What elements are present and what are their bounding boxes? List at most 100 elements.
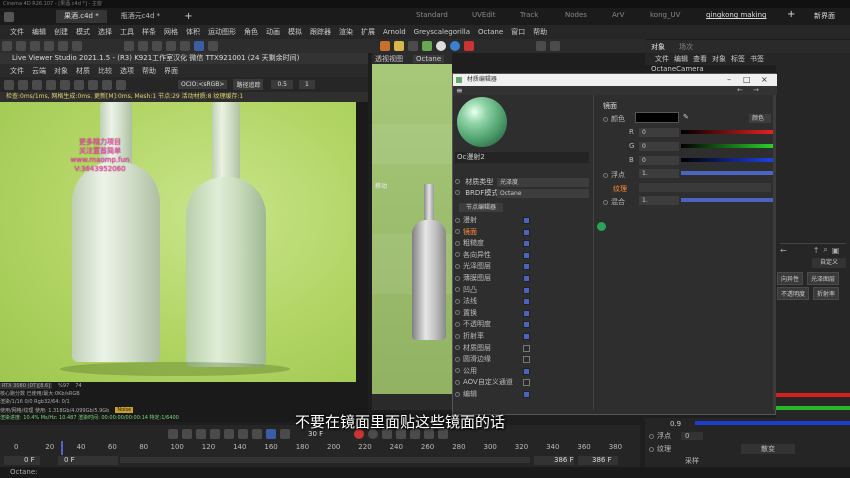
- channel-checkbox[interactable]: [523, 275, 530, 282]
- channel-row[interactable]: 折射率: [455, 331, 530, 342]
- layout-tab-qingkong-making[interactable]: qingkong making: [706, 11, 766, 19]
- lv-menu-item[interactable]: 文件: [10, 66, 24, 76]
- menu-item[interactable]: 渲染: [339, 27, 353, 37]
- channel-checkbox[interactable]: [523, 309, 530, 317]
- maximize-icon[interactable]: □: [743, 74, 751, 86]
- lv-menu-item[interactable]: 对象: [54, 66, 68, 76]
- lv-menu-item[interactable]: 材质: [76, 66, 90, 76]
- prev-key-icon[interactable]: [182, 429, 192, 439]
- float-field-bottom[interactable]: 0: [681, 432, 704, 440]
- end-frame-a[interactable]: 386 F: [534, 456, 574, 465]
- menu-item[interactable]: 文件: [10, 27, 24, 37]
- g-field[interactable]: 0: [639, 142, 679, 151]
- channel-checkbox[interactable]: [523, 379, 530, 387]
- lv-menu-item[interactable]: 选项: [120, 66, 134, 76]
- display-mode-select[interactable]: 路径追踪: [233, 79, 264, 90]
- pause-icon[interactable]: [32, 79, 42, 90]
- layout-tab-kong-uv[interactable]: kong_UV: [650, 11, 680, 19]
- channel-checkbox[interactable]: [523, 298, 530, 306]
- menu-item[interactable]: 创建: [54, 27, 68, 37]
- channel-row[interactable]: 粗糙度: [455, 238, 530, 249]
- material-type-select[interactable]: 光泽度: [497, 178, 589, 187]
- nav-forward-icon[interactable]: →: [753, 86, 759, 94]
- pick-icon[interactable]: [74, 79, 84, 90]
- coord-icon[interactable]: [72, 41, 82, 51]
- region-icon[interactable]: [60, 79, 70, 90]
- menu-item[interactable]: 体积: [186, 27, 200, 37]
- menu-item[interactable]: 运动图形: [208, 27, 236, 37]
- channel-row[interactable]: 法线: [455, 296, 530, 307]
- exposure-field[interactable]: 0.5: [271, 80, 293, 89]
- end-frame-b[interactable]: 386 F: [578, 456, 618, 465]
- menu-item[interactable]: Greyscalegorilla: [414, 28, 470, 36]
- channel-checkbox[interactable]: [523, 263, 530, 271]
- grid-icon[interactable]: [550, 41, 560, 51]
- opacity-button[interactable]: 不透明度: [777, 287, 810, 300]
- channel-checkbox[interactable]: [523, 251, 530, 259]
- reset-icon[interactable]: [18, 79, 28, 90]
- channel-checkbox[interactable]: [523, 333, 530, 340]
- b-field[interactable]: 0: [639, 156, 679, 165]
- obj-menu-item[interactable]: 书签: [750, 54, 764, 64]
- lv-menu-item[interactable]: 云端: [32, 66, 46, 76]
- b-value-bar[interactable]: [695, 421, 850, 425]
- minimize-icon[interactable]: –: [727, 74, 731, 86]
- mat-scrollbar[interactable]: [773, 95, 776, 410]
- channel-checkbox[interactable]: [523, 321, 530, 329]
- next-frame-icon[interactable]: [224, 429, 234, 439]
- blend-select[interactable]: 散变: [741, 444, 795, 454]
- menu-item[interactable]: 样条: [142, 27, 156, 37]
- search-icon[interactable]: ⌕: [823, 245, 827, 255]
- render-settings-icon[interactable]: [180, 41, 190, 51]
- sphere-icon[interactable]: [436, 41, 446, 51]
- channel-checkbox[interactable]: [523, 391, 530, 398]
- light-icon[interactable]: [394, 41, 404, 51]
- new-layout-button[interactable]: 新界面: [814, 11, 835, 21]
- y-axis-icon[interactable]: [44, 41, 54, 51]
- prev-frame-icon[interactable]: [196, 429, 206, 439]
- r-slider[interactable]: [681, 130, 773, 134]
- record-icon[interactable]: [464, 41, 474, 51]
- start-frame-b[interactable]: 0 F: [58, 456, 118, 465]
- eyedropper-icon[interactable]: ✎: [683, 113, 689, 121]
- sheen-button[interactable]: 光泽图层: [806, 272, 839, 285]
- g-slider[interactable]: [681, 144, 773, 148]
- workplane-icon[interactable]: [208, 41, 218, 51]
- layout-tab-standard[interactable]: Standard: [416, 11, 448, 19]
- obj-menu-item[interactable]: 对象: [712, 54, 726, 64]
- hamburger-icon[interactable]: ≡: [456, 86, 463, 95]
- layout-tab-arv[interactable]: ArV: [612, 11, 624, 19]
- lv-menu-item[interactable]: 比较: [98, 66, 112, 76]
- send-scene-icon[interactable]: [4, 79, 14, 90]
- render-scrollbar[interactable]: [356, 102, 368, 382]
- b-slider[interactable]: [681, 158, 773, 162]
- channel-checkbox[interactable]: [523, 356, 530, 364]
- lv-menu-item[interactable]: 界面: [164, 66, 178, 76]
- channel-row[interactable]: AOV自定义通道: [455, 377, 530, 388]
- tab-objects[interactable]: 对象: [651, 42, 665, 52]
- focus-icon[interactable]: [88, 79, 98, 90]
- up-arrow-icon[interactable]: ↑: [813, 246, 820, 255]
- tab-takes[interactable]: 场次: [679, 42, 693, 52]
- brdf-select[interactable]: Octane: [497, 189, 589, 198]
- menu-item[interactable]: 模拟: [288, 27, 302, 37]
- lv-menu-item[interactable]: 帮助: [142, 66, 156, 76]
- layout-tab-uvedit[interactable]: UVEdit: [472, 11, 495, 19]
- range-slider[interactable]: [120, 457, 530, 463]
- channel-row[interactable]: 材质图层: [455, 343, 530, 354]
- channel-row[interactable]: 漫射: [455, 215, 530, 226]
- timeline-ruler[interactable]: 0 20 40 60 80 100 120 140 160 180 200 220 240 260 280 3…: [0, 443, 640, 453]
- color-swatch[interactable]: [635, 112, 679, 123]
- camera-icon[interactable]: [408, 41, 418, 51]
- float-field[interactable]: 1.: [639, 169, 679, 178]
- sample-field[interactable]: 1: [299, 80, 315, 89]
- viewport2-label[interactable]: 透视视图: [375, 54, 403, 64]
- material-name-field[interactable]: Oc漫射2: [455, 152, 589, 163]
- clay-icon[interactable]: [102, 79, 112, 90]
- texture-slot[interactable]: [639, 183, 771, 192]
- playhead[interactable]: [61, 441, 63, 455]
- channel-row[interactable]: 镜面: [455, 227, 530, 238]
- menu-item[interactable]: 跟踪器: [310, 27, 331, 37]
- loop-icon[interactable]: [266, 429, 276, 439]
- ior-button[interactable]: 折射率: [812, 287, 839, 300]
